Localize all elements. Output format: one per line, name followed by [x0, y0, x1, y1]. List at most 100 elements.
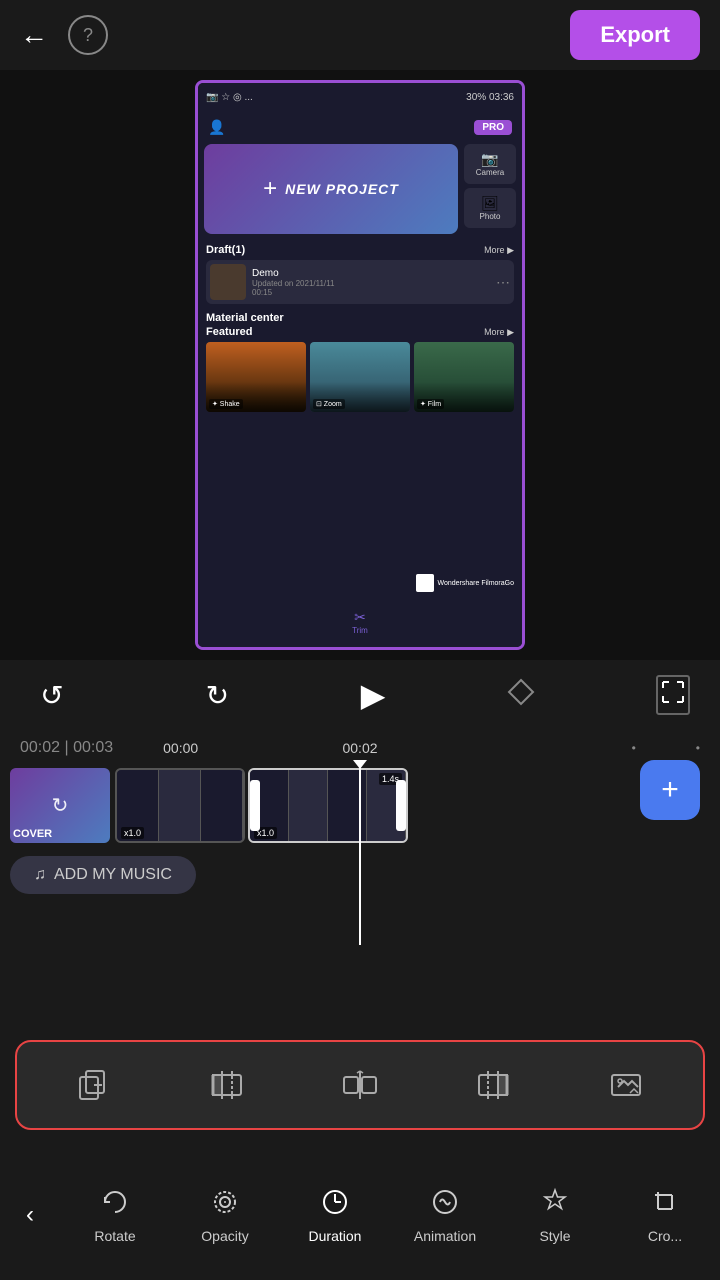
add-music-label: ADD MY MUSIC: [54, 866, 172, 884]
featured-title: Featured: [206, 326, 252, 338]
featured-item-1[interactable]: ✦ Shake: [206, 342, 306, 412]
copy-tool-icon: [69, 1060, 119, 1110]
time-start: 00:00: [163, 740, 198, 756]
photo-button[interactable]: 🖼 Photo: [464, 188, 516, 228]
camera-button[interactable]: 📷 Camera: [464, 144, 516, 184]
nav-style[interactable]: Style: [520, 1187, 590, 1244]
draft-date: Updated on 2021/11/11: [252, 279, 490, 288]
nav-duration[interactable]: Duration: [300, 1187, 370, 1244]
cover-refresh-icon: ↻: [52, 793, 69, 818]
export-button[interactable]: Export: [570, 10, 700, 60]
featured-item-3[interactable]: ✦ Film: [414, 342, 514, 412]
crop-left-tool-icon: [202, 1060, 252, 1110]
preview-area: 📷 ☆ ◎ ... 30% 03:36 👤 PRO + NEW PROJECT …: [0, 70, 720, 660]
featured-item-2[interactable]: ⊡ Zoom: [310, 342, 410, 412]
play-button[interactable]: ▶: [361, 676, 386, 714]
rotate-icon: [100, 1187, 130, 1224]
copy-icon: [76, 1067, 112, 1103]
draft-item[interactable]: Demo Updated on 2021/11/11 00:15 ⋯: [206, 260, 514, 304]
phone-draft-section: Draft(1) More ▶ Demo Updated on 2021/11/…: [198, 240, 522, 308]
back-button[interactable]: ←: [20, 19, 48, 51]
featured-header: Featured More ▶: [206, 326, 514, 338]
copy-tool-button[interactable]: [69, 1060, 119, 1110]
draft-duration: 00:15: [252, 288, 490, 297]
new-project-plus-icon: +: [263, 175, 277, 203]
top-bar: ← ? Export: [0, 0, 720, 70]
nav-back-icon: ‹: [26, 1201, 34, 1229]
redo-button[interactable]: ↻: [195, 673, 239, 717]
featured-label-2: ⊡ Zoom: [313, 399, 345, 409]
bottom-nav: ‹ Rotate Opacity: [0, 1150, 720, 1280]
draft-name: Demo: [252, 268, 490, 279]
phone-watermark: Wondershare FilmoraGo: [416, 574, 514, 592]
seg2-handle-right[interactable]: [396, 780, 406, 831]
crop-label: Cro...: [648, 1228, 682, 1244]
nav-animation[interactable]: Animation: [410, 1187, 480, 1244]
nav-opacity[interactable]: Opacity: [190, 1187, 260, 1244]
nav-items: Rotate Opacity Duration: [60, 1187, 720, 1244]
draft-more-link[interactable]: More ▶: [484, 245, 514, 256]
phone-bottom-toolbar: ✂ Trim: [198, 597, 522, 647]
video-segment-1[interactable]: x1.0: [115, 768, 245, 843]
video-segment-2[interactable]: 1.4s x1.0: [248, 768, 408, 843]
playhead-triangle: [353, 760, 367, 769]
phone-status-right: 30% 03:36: [466, 92, 514, 103]
add-music-button[interactable]: ♫ ADD MY MUSIC: [10, 856, 196, 894]
undo-button[interactable]: ↺: [30, 673, 74, 717]
split-tool-button[interactable]: [335, 1060, 385, 1110]
cover-thumbnail[interactable]: ↻ COVER: [10, 768, 110, 843]
help-button[interactable]: ?: [68, 15, 108, 55]
camera-icon: 📷: [481, 151, 498, 168]
crop-right-tool-icon: [468, 1060, 518, 1110]
duration-icon: [320, 1187, 350, 1224]
watermark-text: Wondershare FilmoraGo: [437, 580, 514, 587]
photo-icon: 🖼: [481, 195, 499, 212]
featured-label-3: ✦ Film: [417, 399, 444, 409]
crop-left-icon: [209, 1067, 245, 1103]
crop-left-tool-button[interactable]: [202, 1060, 252, 1110]
add-clip-button[interactable]: +: [640, 760, 700, 820]
fullscreen-button[interactable]: [656, 675, 690, 715]
camera-label: Camera: [476, 168, 504, 177]
nav-crop[interactable]: Cro...: [630, 1187, 700, 1244]
music-note-icon: ♫: [34, 866, 46, 884]
rotate-label: Rotate: [94, 1228, 135, 1244]
style-icon: [540, 1187, 570, 1224]
playhead-line: [359, 760, 361, 945]
edit-frame-icon: [608, 1067, 644, 1103]
photo-label: Photo: [480, 212, 501, 221]
featured-label-1: ✦ Shake: [209, 399, 243, 409]
seg2-handle-left[interactable]: [250, 780, 260, 831]
new-project-card[interactable]: + NEW PROJECT: [204, 144, 458, 234]
crop-icon: [650, 1187, 680, 1224]
animation-icon: [430, 1187, 460, 1224]
timeline-tracks: ↻ COVER x1.0: [0, 765, 720, 940]
opacity-icon: [210, 1187, 240, 1224]
draft-title: Draft(1): [206, 244, 245, 256]
new-project-label: NEW PROJECT: [285, 181, 399, 197]
phone-mockup: 📷 ☆ ◎ ... 30% 03:36 👤 PRO + NEW PROJECT …: [195, 80, 525, 650]
nav-back-button[interactable]: ‹: [0, 1150, 60, 1280]
nav-rotate[interactable]: Rotate: [80, 1187, 150, 1244]
featured-more-link[interactable]: More ▶: [484, 327, 514, 338]
draft-item-more-icon[interactable]: ⋯: [496, 274, 510, 291]
cover-label: COVER: [13, 828, 52, 840]
top-bar-left: ← ?: [20, 15, 108, 55]
duration-label: Duration: [309, 1228, 362, 1244]
phone-trim-button[interactable]: ✂ Trim: [352, 609, 368, 635]
featured-row: ✦ Shake ⊡ Zoom ✦ Film: [206, 342, 514, 412]
sparkle-button[interactable]: [507, 678, 535, 713]
pro-badge: PRO: [474, 120, 512, 135]
phone-material-section: Material center Featured More ▶ ✦ Shake …: [198, 308, 522, 416]
phone-content: 👤 PRO + NEW PROJECT 📷 Camera 🖼 Photo: [198, 111, 522, 647]
controls-bar: ↺ ↻ ▶: [0, 660, 720, 730]
video-segments: x1.0 1.4s x1.0: [115, 768, 408, 843]
edit-frame-tool-icon: [601, 1060, 651, 1110]
split-icon: [342, 1067, 378, 1103]
diamond-icon: [507, 678, 535, 706]
crop-right-tool-button[interactable]: [468, 1060, 518, 1110]
edit-frame-tool-button[interactable]: [601, 1060, 651, 1110]
split-tool-icon: [335, 1060, 385, 1110]
style-label: Style: [539, 1228, 570, 1244]
draft-thumbnail: [210, 264, 246, 300]
